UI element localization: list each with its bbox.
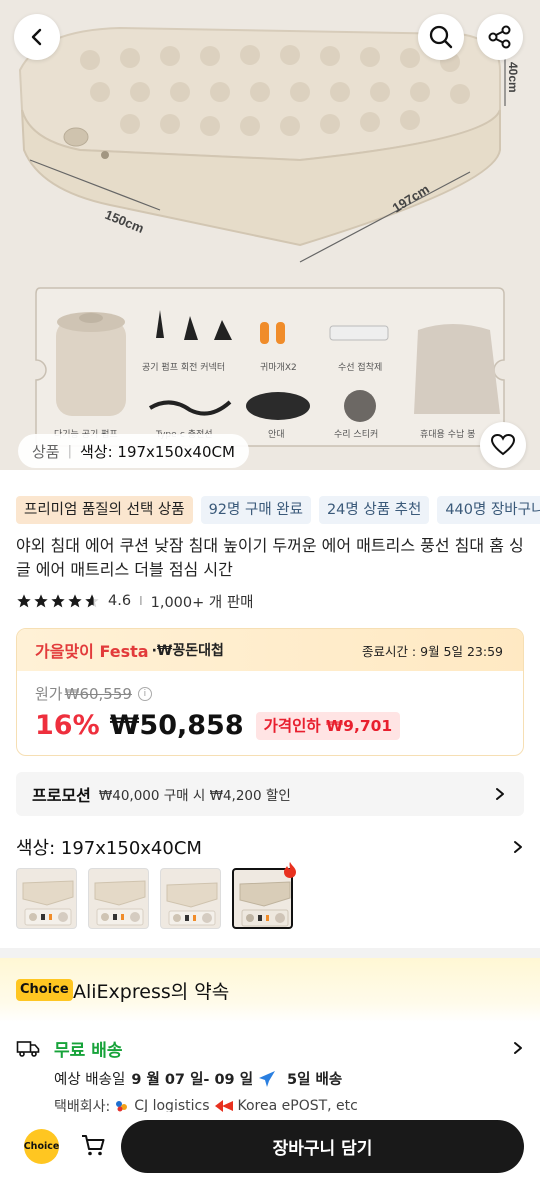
delivery-dates: 9 월 07 일- 09 일 (131, 1072, 254, 1088)
promotion-label: 프로모션 (32, 786, 91, 805)
choice-promise-header: Choice AliExpress의 약속 (0, 958, 540, 1022)
choice-promise-title: AliExpress의 약속 (73, 981, 230, 1003)
accessory-label-sticker: 수리 스티커 (334, 429, 378, 440)
mattress-illustration: 150cm 197cm 40cm 공기 펌프 회전 커넥터 귀마개X2 수선 접… (18, 26, 520, 447)
sale-price: ₩50,858 (109, 710, 244, 741)
promotion-text: ₩40,000 구매 시 ₩4,200 할인 (98, 788, 291, 804)
thumbnail-image (22, 880, 74, 926)
rating-row[interactable]: 4.6 I 1,000+ 개 판매 (16, 590, 254, 612)
section-divider (0, 948, 540, 958)
festa-title: 가을맞이 Festa (35, 642, 149, 661)
cart-icon (82, 1135, 105, 1156)
product-title: 야외 침대 에어 쿠션 낮잠 침대 높이기 두꺼운 에어 매트리스 풍선 침대 … (16, 536, 524, 579)
discount-percent: 16% (35, 710, 100, 741)
original-price-label: 원가 (35, 685, 63, 703)
price-drop-badge: 가격인하 ₩9,701 (255, 711, 401, 740)
color-thumbnail[interactable] (16, 868, 77, 929)
half-star-icon (85, 594, 99, 608)
festa-subtitle: ·₩꽁돈대첩 (151, 643, 224, 659)
promotion-row[interactable]: 프로모션 ₩40,000 구매 시 ₩4,200 할인 (16, 772, 524, 816)
share-button[interactable] (477, 14, 523, 60)
tag-purchased: 92명 구매 완료 (200, 496, 311, 524)
delivery-truck-icon (16, 1041, 40, 1057)
chevron-right-icon (514, 1042, 522, 1054)
share-icon (488, 25, 511, 49)
height-label: 40cm (506, 62, 520, 93)
delivery-estimate-label: 예상 배송일 (54, 1072, 126, 1088)
tag-cart-added: 440명 장바구니 추가 (437, 496, 540, 524)
thumbnail-image (166, 882, 218, 926)
shipping-section[interactable]: 무료 배송 예상 배송일 9 월 07 일- 09 일 5일 배송 택배회사: … (16, 1036, 524, 1115)
festa-end-time: 종료시간 : 9월 5일 23:59 (361, 643, 503, 659)
original-price: ₩60,559 (64, 684, 132, 703)
chip-value: 색상: 197x150x40CM (80, 442, 235, 461)
color-thumbnail[interactable] (88, 868, 149, 929)
choice-home-button[interactable]: Choice (24, 1129, 59, 1164)
chevron-right-icon (496, 788, 504, 800)
star-icon (34, 594, 48, 608)
rating-separator: I (139, 594, 143, 608)
back-button[interactable] (14, 14, 60, 60)
rating-value: 4.6 (108, 593, 132, 609)
rating-stars (16, 593, 100, 609)
bottom-action-bar: Choice 장바구니 담기 (0, 1112, 540, 1186)
wishlist-button[interactable] (480, 422, 526, 468)
star-icon (17, 594, 31, 608)
add-to-cart-button[interactable]: 장바구니 담기 (121, 1120, 524, 1173)
search-button[interactable] (418, 14, 464, 60)
back-icon (31, 28, 42, 46)
original-price-row: 원가 ₩60,559 i (35, 683, 505, 704)
tag-premium: 프리미엄 품질의 선택 상품 (16, 496, 193, 524)
accessory-label-connector: 공기 펌프 회전 커넥터 (142, 361, 225, 373)
accessory-label-earplugs: 귀마개X2 (260, 362, 297, 373)
color-selected-label: 색상: 197x150x40CM (16, 838, 202, 859)
thumbnail-image (94, 880, 146, 926)
hot-flame-icon (284, 862, 296, 878)
airplane-icon (259, 1070, 276, 1087)
free-shipping-label: 무료 배송 (54, 1040, 123, 1061)
color-selector-row[interactable]: 색상: 197x150x40CM (16, 833, 524, 861)
cart-button[interactable] (80, 1132, 106, 1162)
color-thumbnails (16, 868, 293, 929)
price-card: 가을맞이 Festa ·₩꽁돈대첩 종료시간 : 9월 5일 23:59 원가 … (16, 628, 524, 756)
heart-icon (490, 433, 516, 456)
image-variant-chip[interactable]: 상품 | 색상: 197x150x40CM (18, 434, 249, 468)
tag-recommended: 24명 상품 추천 (318, 496, 430, 524)
delivery-days: 5일 배송 (287, 1072, 343, 1088)
chip-separator: | (67, 443, 72, 459)
chevron-right-icon (514, 841, 522, 853)
star-icon (51, 594, 65, 608)
accessory-label-mask: 안대 (268, 429, 285, 440)
festa-banner: 가을맞이 Festa ·₩꽁돈대첩 종료시간 : 9월 5일 23:59 (17, 629, 523, 671)
epost-logo-icon (214, 1100, 233, 1112)
choice-badge: Choice (16, 979, 73, 1001)
product-image[interactable]: 150cm 197cm 40cm 공기 펌프 회전 커넥터 귀마개X2 수선 접… (0, 0, 540, 470)
star-icon (68, 594, 82, 608)
info-icon[interactable]: i (137, 686, 152, 701)
chip-key: 상품 (32, 442, 60, 461)
accessory-label-bag: 휴대용 수납 봉 (420, 429, 475, 440)
sold-count: 1,000+ 개 판매 (150, 594, 254, 611)
accessory-label-glue: 수선 접착제 (338, 361, 382, 373)
color-thumbnail[interactable] (160, 868, 221, 929)
tag-list: 프리미엄 품질의 선택 상품 92명 구매 완료 24명 상품 추천 440명 … (16, 496, 540, 524)
search-icon (429, 25, 453, 49)
